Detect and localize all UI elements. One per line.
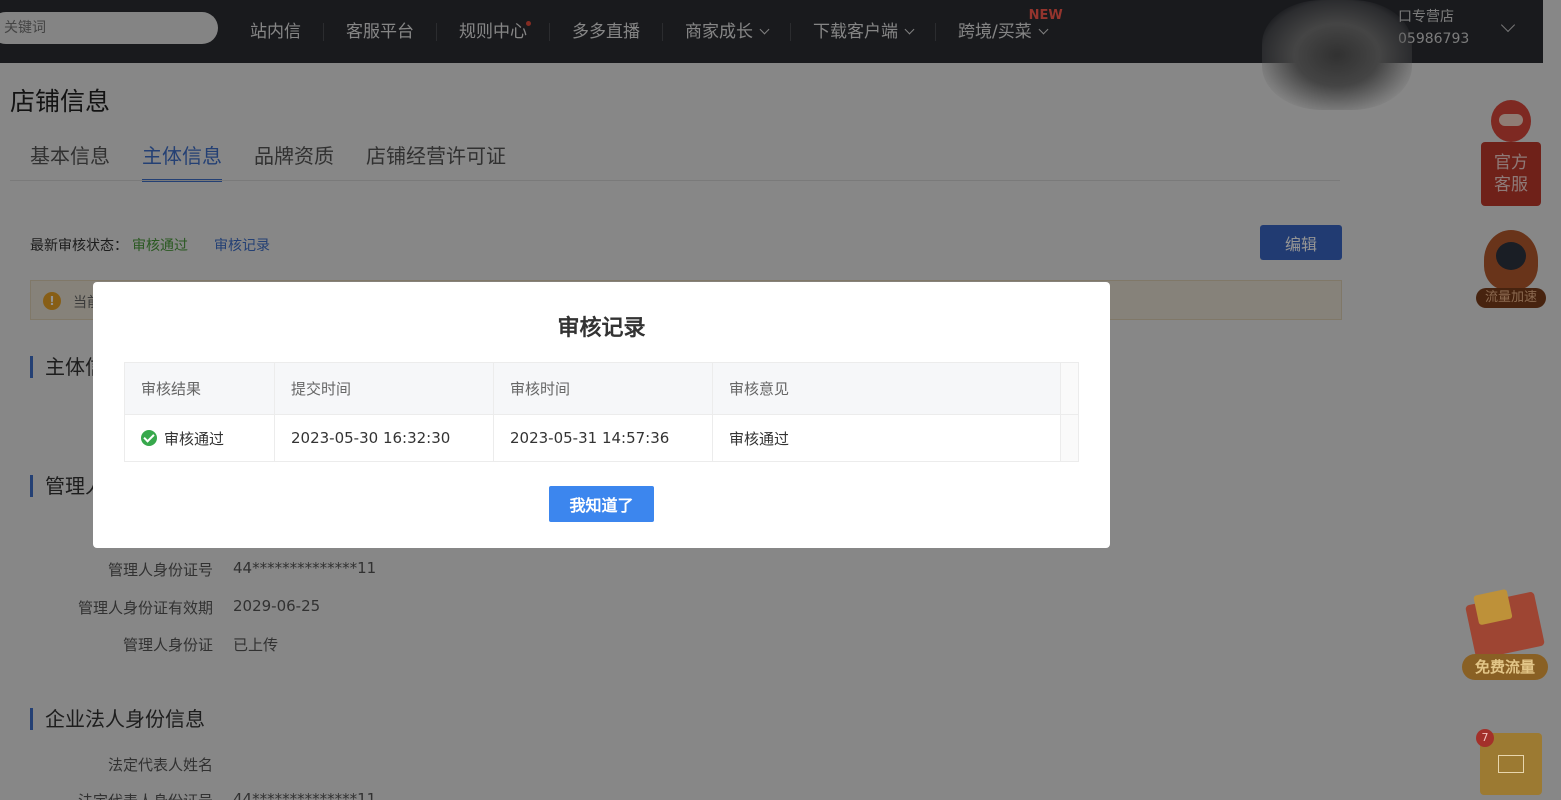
cell-result: 审核通过 — [124, 414, 275, 462]
gift-icon — [1465, 591, 1545, 660]
acknowledge-button[interactable]: 我知道了 — [549, 486, 654, 522]
scrollbar-track[interactable] — [1060, 414, 1079, 462]
column-header-review-time: 审核时间 — [493, 362, 713, 415]
cell-submit-time: 2023-05-30 16:32:30 — [274, 414, 494, 462]
result-text: 审核通过 — [164, 429, 225, 448]
review-records-modal: 审核记录 审核结果 提交时间 审核时间 审核意见 审核通过 2023-05-30… — [93, 282, 1110, 548]
check-circle-icon — [141, 429, 157, 446]
message-widget[interactable]: 7 — [1476, 729, 1542, 795]
table-header-row: 审核结果 提交时间 审核时间 审核意见 — [124, 362, 1079, 415]
table-row: 审核通过 2023-05-30 16:32:30 2023-05-31 14:5… — [124, 414, 1079, 462]
column-header-result: 审核结果 — [124, 362, 275, 415]
cell-review-time: 2023-05-31 14:57:36 — [493, 414, 713, 462]
column-header-opinion: 审核意见 — [712, 362, 1061, 415]
column-header-submit-time: 提交时间 — [274, 362, 494, 415]
cell-opinion: 审核通过 — [712, 414, 1061, 462]
scrollbar-track[interactable] — [1060, 362, 1079, 415]
review-table: 审核结果 提交时间 审核时间 审核意见 审核通过 2023-05-30 16:3… — [124, 362, 1079, 462]
message-count-badge: 7 — [1476, 729, 1494, 747]
envelope-icon — [1498, 755, 1524, 773]
modal-title: 审核记录 — [557, 316, 646, 341]
free-traffic-label: 免费流量 — [1462, 654, 1548, 680]
free-traffic-widget[interactable]: 免费流量 — [1462, 591, 1548, 684]
